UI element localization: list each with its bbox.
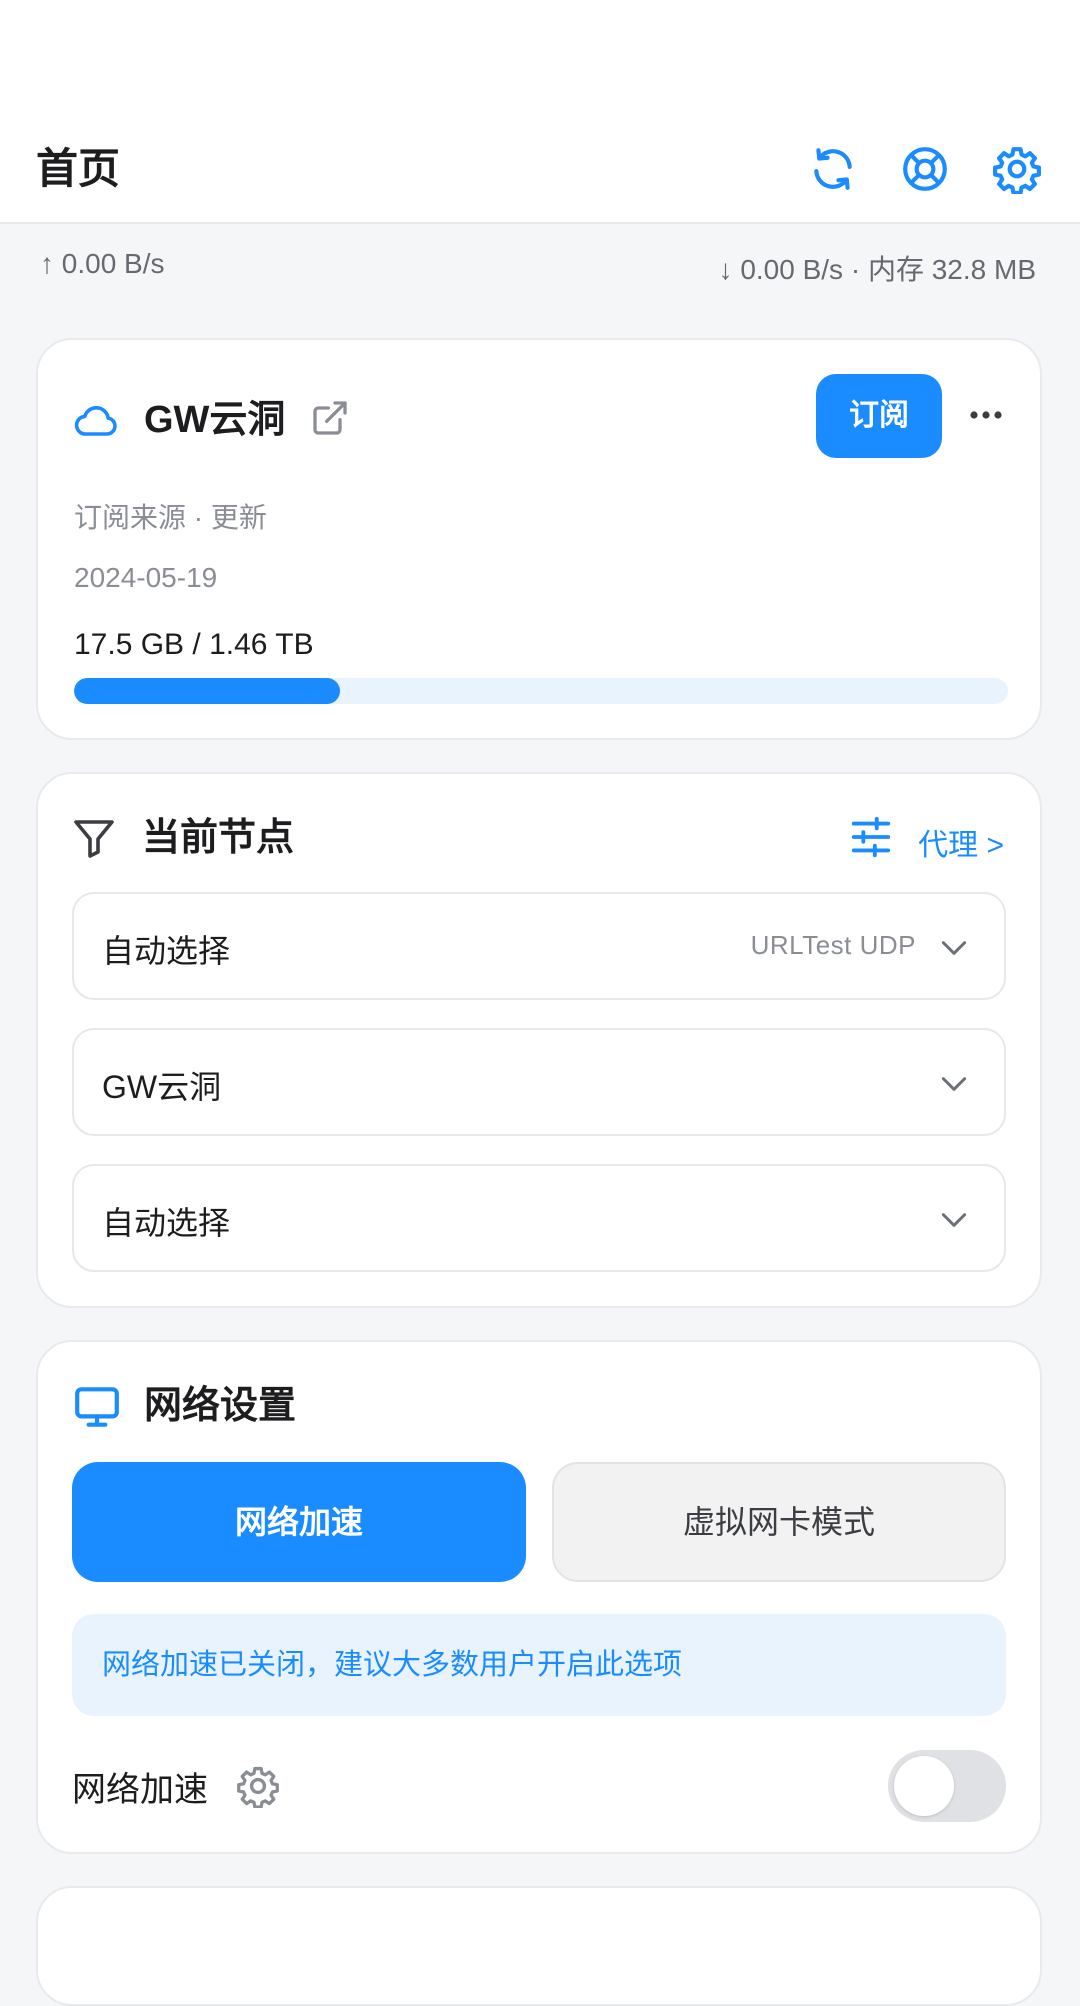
page-title: 首页 [36, 145, 121, 192]
external-link-icon[interactable] [310, 398, 350, 438]
usage-text: 17.5 GB / 1.46 TB [74, 628, 314, 661]
monitor-icon [75, 1387, 119, 1427]
select-label: 自动选择 [102, 933, 231, 969]
gear-icon[interactable] [236, 1764, 280, 1808]
usage-progress-bar [74, 678, 1008, 704]
subscription-source: 订阅来源 · 更新 [74, 502, 267, 533]
gear-icon[interactable] [992, 144, 1042, 194]
chevron-down-icon [941, 941, 967, 955]
acceleration-toggle-label: 网络加速 [72, 1771, 208, 1809]
network-settings-card: 网络设置 网络加速 虚拟网卡模式 网络加速已关闭，建议大多数用户开启此选项 网络… [36, 1340, 1042, 1854]
sliders-icon[interactable] [848, 814, 894, 860]
subscribe-button[interactable]: 订阅 [816, 374, 942, 458]
usage-progress-fill [74, 678, 341, 704]
upload-speed: ↑ 0.00 B/s [40, 248, 165, 279]
top-header: 首页 [0, 110, 1080, 224]
node-select-auto-2[interactable]: 自动选择 [72, 1164, 1006, 1272]
mode-network-acceleration-button[interactable]: 网络加速 [72, 1462, 526, 1582]
proxy-link[interactable]: 代理 > [918, 820, 1004, 864]
acceleration-toggle[interactable] [888, 1750, 1006, 1822]
select-label: GW云洞 [102, 1069, 222, 1105]
current-node-title: 当前节点 [142, 817, 295, 859]
subscription-card: GW云洞 订阅 订阅来源 · 更新 2024-05-19 17.5 GB / 1… [36, 338, 1042, 740]
chevron-down-icon [941, 1213, 967, 1227]
acceleration-notice: 网络加速已关闭，建议大多数用户开启此选项 [72, 1614, 1006, 1716]
refresh-icon[interactable] [808, 144, 858, 194]
status-bar-area [0, 0, 1080, 110]
network-settings-title: 网络设置 [144, 1385, 297, 1427]
node-select-group[interactable]: GW云洞 [72, 1028, 1006, 1136]
toggle-knob [894, 1756, 954, 1816]
select-tags: URLTest UDP [750, 930, 916, 960]
next-card [36, 1886, 1042, 2006]
subscription-date: 2024-05-19 [74, 562, 218, 593]
cloud-icon [74, 406, 117, 436]
subscription-name: GW云洞 [144, 399, 286, 441]
traffic-stats-row: ↑ 0.00 B/s ↓ 0.00 B/s · 内存 32.8 MB [0, 224, 1080, 314]
select-label: 自动选择 [102, 1205, 231, 1241]
chevron-down-icon [941, 1077, 967, 1091]
mode-virtual-nic-button[interactable]: 虚拟网卡模式 [552, 1462, 1006, 1582]
node-select-auto[interactable]: 自动选择 URLTest UDP [72, 892, 1006, 1000]
help-lifebuoy-icon[interactable] [900, 144, 950, 194]
download-memory-stats: ↓ 0.00 B/s · 内存 32.8 MB [718, 254, 1036, 285]
current-node-card: 当前节点 代理 > 自动选择 URLTest UDP GW云洞 自动选择 [36, 772, 1042, 1308]
more-options-icon[interactable] [966, 400, 1006, 430]
filter-icon [74, 820, 114, 858]
